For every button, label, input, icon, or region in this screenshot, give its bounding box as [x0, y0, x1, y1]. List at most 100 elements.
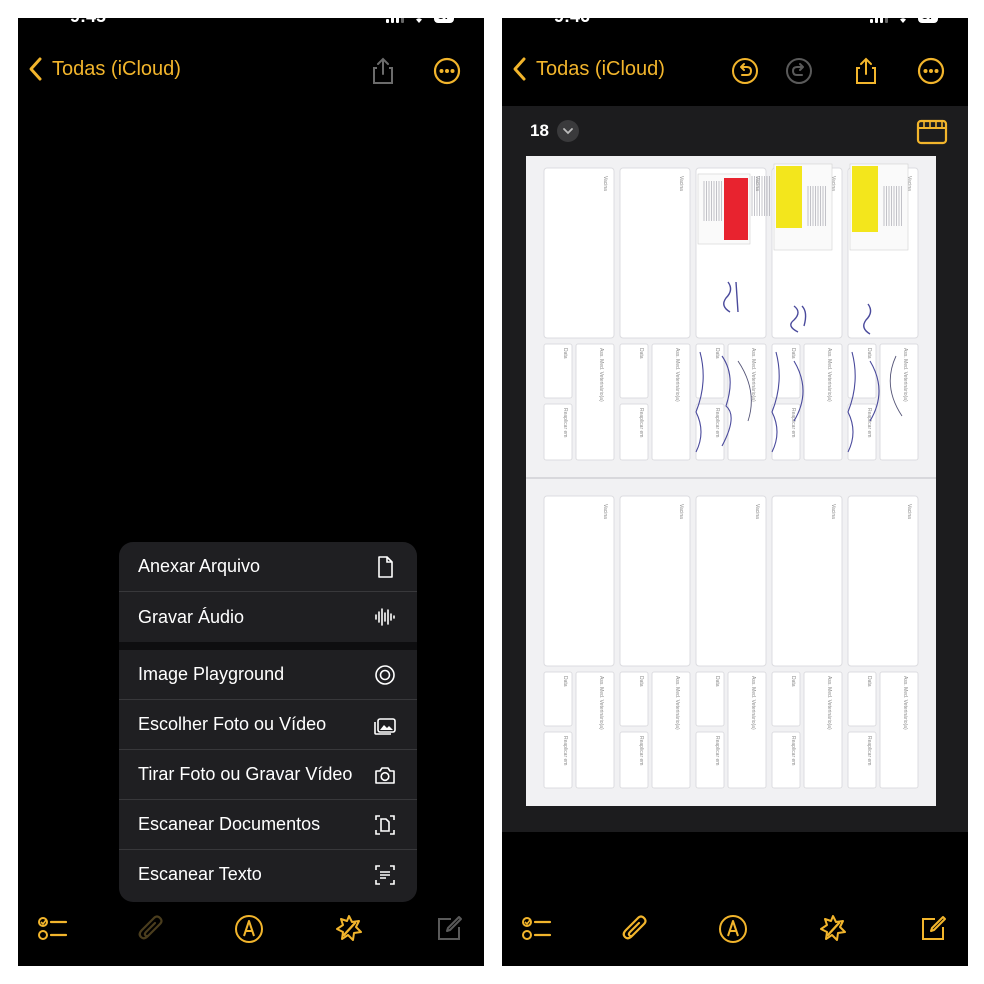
bottom-toolbar	[502, 906, 968, 954]
vaccine-column-label: Vacina	[678, 176, 684, 191]
pen-circle-icon	[235, 915, 263, 943]
vet-signature-label: Ass. Med. Veterinário(a)	[826, 348, 832, 402]
vet-signature-box	[727, 671, 767, 789]
vaccine-sticker-yellow	[852, 166, 878, 232]
battery-indicator: 87	[433, 18, 454, 23]
writing-tools-icon	[820, 915, 846, 941]
battery-indicator: 87	[917, 18, 938, 23]
back-button[interactable]: Todas (iCloud)	[26, 56, 181, 82]
share-button[interactable]	[366, 54, 400, 88]
chevron-left-icon	[29, 57, 42, 81]
checklist-button[interactable]	[34, 910, 72, 948]
page-grid-button[interactable]	[916, 118, 948, 146]
redo-button[interactable]	[782, 54, 816, 88]
attachment-button[interactable]	[132, 910, 170, 948]
revaccinate-label: Reaplicar em	[714, 736, 720, 765]
revaccinate-label: Reaplicar em	[866, 408, 872, 437]
scanned-document-image[interactable]: Vacina Data Reaplicar em Ass. Med. Veteriná…	[526, 156, 936, 806]
menu-item-choose-photo[interactable]: Escolher Foto ou Vídeo	[119, 700, 417, 750]
text-scan-icon	[372, 862, 398, 888]
vaccine-column-label: Vacina	[678, 504, 684, 519]
scanned-document-panel: 18 Vacina Data Reaplicar em Ass. Med. Veter…	[502, 106, 968, 832]
revaccinate-label: Reaplicar em	[638, 408, 644, 437]
status-time: 9:46	[554, 18, 590, 27]
wifi-icon	[415, 18, 422, 23]
compose-icon	[922, 916, 946, 940]
vet-signature-label: Ass. Med. Veterinário(a)	[902, 676, 908, 730]
page-count-button[interactable]: 18	[530, 120, 579, 142]
date-label: Data	[866, 348, 872, 359]
share-button[interactable]	[849, 54, 883, 88]
notes-screen-left: 9:45 87 Todas (iCloud) Anexar Arquivo Gr…	[18, 18, 484, 966]
vet-signature-box	[575, 343, 615, 461]
revaccinate-label: Reaplicar em	[562, 736, 568, 765]
date-label: Data	[790, 676, 796, 687]
markup-button[interactable]	[714, 910, 752, 948]
compose-button[interactable]	[430, 910, 468, 948]
date-label: Data	[790, 348, 796, 359]
menu-item-label: Escolher Foto ou Vídeo	[138, 714, 327, 734]
navigation-bar: Todas (iCloud)	[502, 52, 968, 92]
notes-screen-right: 9:46 87 Todas (iCloud) 18 Vacina	[502, 18, 968, 966]
back-label: Todas (iCloud)	[536, 57, 665, 80]
vaccine-box	[543, 495, 615, 667]
doc-scan-icon	[372, 812, 398, 838]
writing-tools-button[interactable]	[814, 910, 852, 948]
vet-signature-box	[879, 671, 919, 789]
menu-item-record-audio[interactable]: Gravar Áudio	[119, 592, 417, 650]
paperclip-icon	[138, 915, 163, 940]
camera-icon	[372, 762, 398, 788]
revaccinate-label: Reaplicar em	[714, 408, 720, 437]
vet-signature-label: Ass. Med. Veterinário(a)	[750, 676, 756, 730]
writing-tools-icon	[336, 915, 362, 941]
writing-tools-button[interactable]	[330, 910, 368, 948]
date-label: Data	[638, 676, 644, 687]
vaccine-sticker-yellow	[776, 166, 802, 228]
vaccine-column-label: Vacina	[754, 504, 760, 519]
vaccine-column-label: Vacina	[602, 176, 608, 191]
attachment-menu: Anexar Arquivo Gravar Áudio Image Playgr…	[119, 542, 417, 902]
compose-button[interactable]	[914, 910, 952, 948]
document-icon	[372, 554, 398, 580]
menu-item-take-photo[interactable]: Tirar Foto ou Gravar Vídeo	[119, 750, 417, 800]
vaccine-box	[619, 495, 691, 667]
menu-item-label: Escanear Texto	[138, 864, 262, 884]
date-label: Data	[866, 676, 872, 687]
checklist-icon	[38, 917, 68, 940]
menu-item-label: Tirar Foto ou Gravar Vídeo	[138, 764, 353, 784]
menu-item-image-playground[interactable]: Image Playground	[119, 650, 417, 700]
date-label: Data	[562, 348, 568, 359]
wifi-icon	[899, 18, 906, 23]
vet-signature-box	[879, 343, 919, 461]
attachment-button[interactable]	[616, 910, 654, 948]
markup-button[interactable]	[230, 910, 268, 948]
menu-item-scan-documents[interactable]: Escanear Documentos	[119, 800, 417, 850]
vet-signature-label: Ass. Med. Veterinário(a)	[674, 348, 680, 402]
checklist-button[interactable]	[518, 910, 556, 948]
compose-icon	[438, 916, 462, 940]
undo-button[interactable]	[728, 54, 762, 88]
date-label: Data	[714, 348, 720, 359]
vet-signature-box	[803, 343, 843, 461]
date-label: Data	[714, 676, 720, 687]
menu-item-scan-text[interactable]: Escanear Texto	[119, 850, 417, 899]
ellipsis-circle-icon	[433, 57, 461, 85]
menu-item-label: Gravar Áudio	[138, 606, 245, 627]
chevron-left-icon	[513, 57, 526, 81]
vaccine-column-label: Vacina	[830, 504, 836, 519]
vaccine-box	[771, 495, 843, 667]
page-count: 18	[530, 121, 549, 140]
back-button[interactable]: Todas (iCloud)	[510, 56, 665, 82]
menu-item-attach-file[interactable]: Anexar Arquivo	[119, 542, 417, 592]
checklist-icon	[522, 917, 552, 940]
share-icon	[856, 57, 876, 84]
share-icon	[373, 57, 393, 84]
more-button[interactable]	[914, 54, 948, 88]
paperclip-icon	[622, 915, 647, 940]
vaccine-box	[543, 167, 615, 339]
more-button[interactable]	[430, 54, 464, 88]
image-playground-icon	[372, 662, 398, 688]
redo-icon	[786, 58, 812, 84]
menu-item-label: Escanear Documentos	[138, 814, 321, 834]
signal-icon	[869, 18, 888, 23]
